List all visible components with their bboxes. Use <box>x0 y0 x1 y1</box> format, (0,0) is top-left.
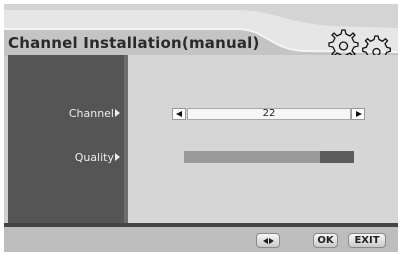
channel-decrease-arrow-icon[interactable] <box>172 108 186 120</box>
footer-bar <box>4 227 398 252</box>
sidebar-panel: Channel Quality <box>8 55 124 223</box>
quality-bar <box>184 151 354 163</box>
page-title: Channel Installation(manual) <box>8 34 260 52</box>
header-bar: Channel Installation(manual) <box>4 4 398 65</box>
exit-button[interactable]: EXIT <box>348 233 386 248</box>
content-panel <box>128 55 398 223</box>
ok-button[interactable]: OK <box>313 233 338 248</box>
left-right-arrows-icon[interactable] <box>256 233 280 248</box>
quality-bar-fill <box>184 151 320 163</box>
osd-screen: Channel Installation(manual) Channel Qua… <box>4 4 398 252</box>
quality-pointer-icon <box>115 153 120 161</box>
channel-increase-arrow-icon[interactable] <box>351 108 365 120</box>
channel-pointer-icon <box>115 109 120 117</box>
quality-label: Quality <box>75 151 120 164</box>
channel-value-field[interactable]: 22 <box>187 108 351 120</box>
channel-label: Channel <box>69 107 120 120</box>
